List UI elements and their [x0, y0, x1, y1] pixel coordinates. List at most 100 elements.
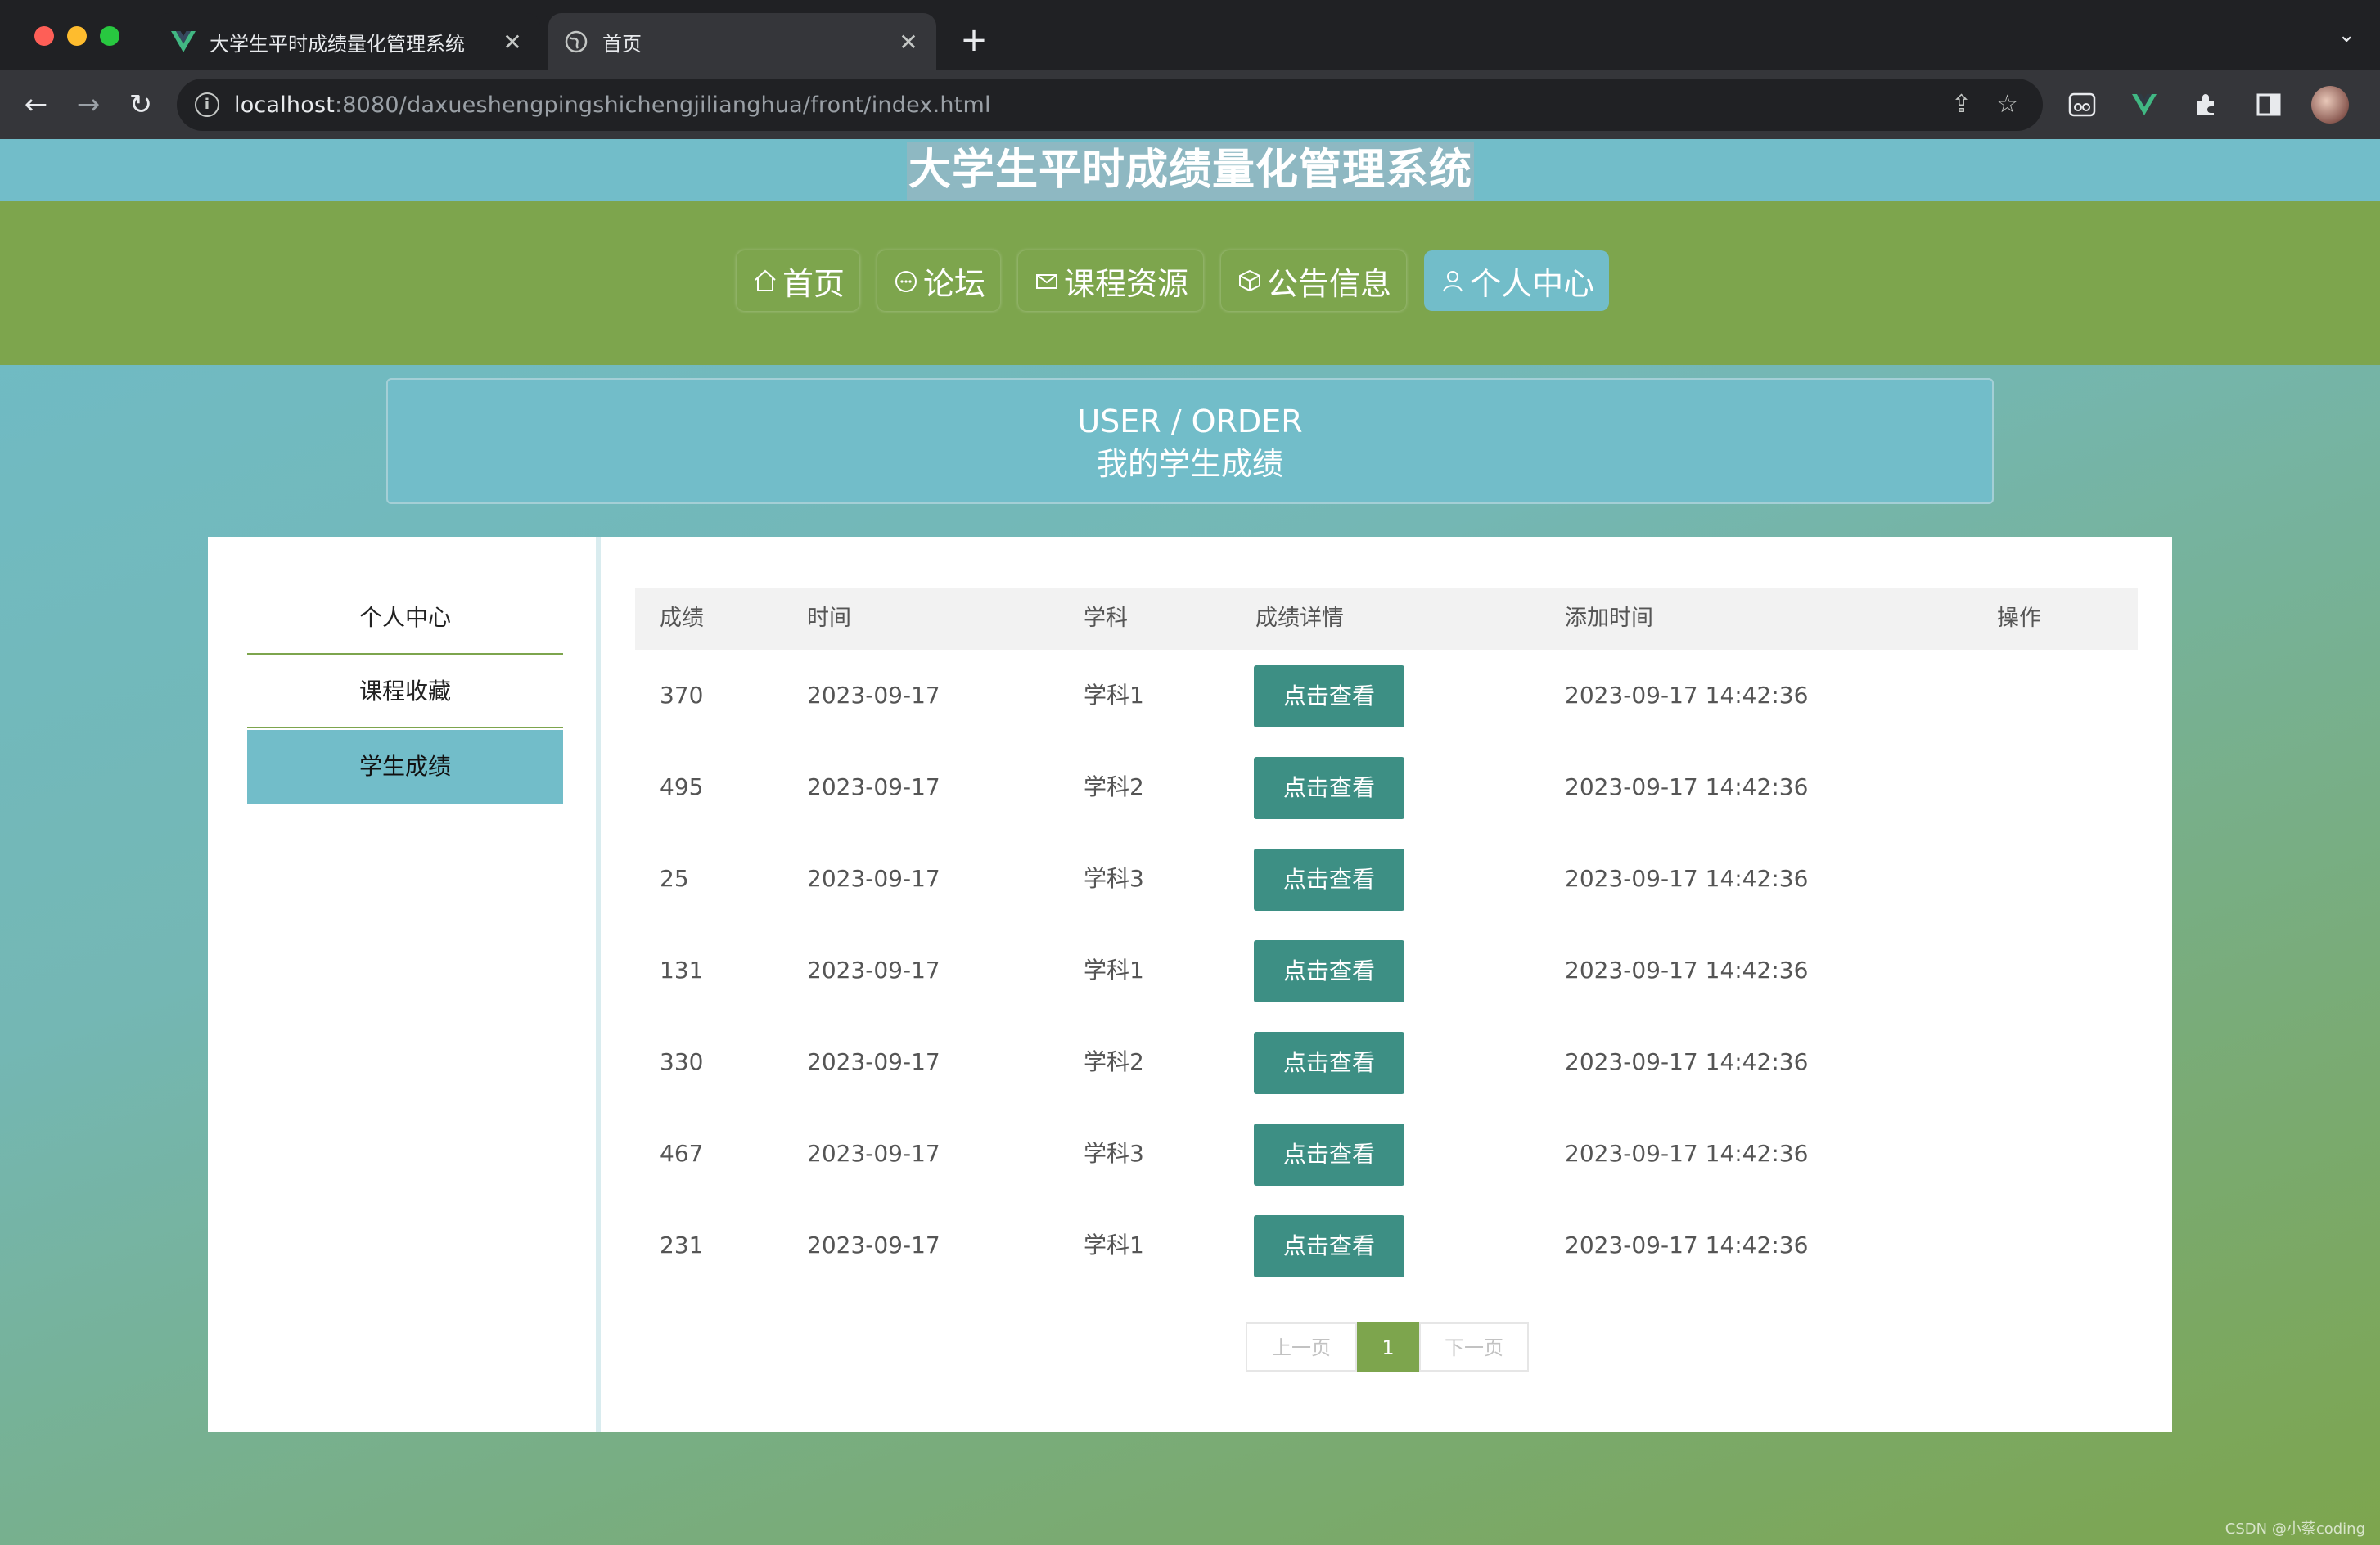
nav-item-label: 公告信息 — [1267, 265, 1392, 302]
nav-item-label: 首页 — [782, 265, 845, 302]
sidebar-item-course-favorites[interactable]: 课程收藏 — [247, 655, 563, 728]
subject-cell: 学科2 — [1084, 1048, 1144, 1075]
view-detail-button[interactable]: 点击查看 — [1254, 665, 1404, 727]
score-cell: 467 — [660, 1140, 704, 1167]
score-cell: 495 — [660, 773, 704, 800]
browser-chrome: 大学生平时成绩量化管理系统 ✕ 首页 ✕ + ⌄ ← → ↻ i localho… — [0, 0, 2380, 139]
browser-menu-icon[interactable]: ⋮ — [2372, 85, 2380, 124]
nav-item-personal-center[interactable]: 个人中心 — [1424, 250, 1610, 311]
share-icon[interactable]: ⇪ — [1951, 90, 1972, 119]
table-header: 成绩 时间 学科 成绩详情 添加时间 操作 — [635, 588, 2138, 650]
view-detail-button[interactable]: 点击查看 — [1254, 1215, 1404, 1277]
date-cell: 2023-09-17 — [807, 1232, 940, 1259]
added-time-cell: 2023-09-17 14:42:36 — [1565, 682, 1809, 709]
site-info-icon[interactable]: i — [195, 92, 219, 117]
nav-item-label: 个人中心 — [1470, 265, 1595, 302]
table-row: 330 2023-09-17 学科2 点击查看 2023-09-17 14:42:36 — [635, 1016, 2138, 1108]
address-bar[interactable]: i localhost:8080/daxueshengpingshichengj… — [177, 79, 2043, 131]
date-cell: 2023-09-17 — [807, 1140, 940, 1167]
side-panel-icon[interactable] — [2249, 85, 2288, 124]
subject-cell: 学科3 — [1084, 1140, 1144, 1167]
back-arrow-icon[interactable]: ← — [15, 83, 57, 126]
added-time-cell: 2023-09-17 14:42:36 — [1565, 1232, 1809, 1259]
table-row: 467 2023-09-17 学科3 点击查看 2023-09-17 14:42:36 — [635, 1108, 2138, 1200]
date-cell: 2023-09-17 — [807, 1048, 940, 1075]
subject-cell: 学科2 — [1084, 773, 1144, 800]
nav-item-label: 论坛 — [923, 265, 986, 302]
tab-search-icon[interactable]: ⌄ — [2337, 23, 2355, 47]
url-text: localhost:8080/daxueshengpingshichengjil… — [234, 92, 991, 118]
tab-title: 首页 — [602, 32, 642, 56]
score-cell: 231 — [660, 1232, 704, 1259]
date-cell: 2023-09-17 — [807, 865, 940, 892]
view-detail-button[interactable]: 点击查看 — [1254, 1124, 1404, 1186]
added-time-cell: 2023-09-17 14:42:36 — [1565, 773, 1809, 800]
nav-item-forum[interactable]: 论坛 — [877, 250, 1001, 311]
minimize-window-button[interactable] — [67, 26, 87, 46]
table-row: 131 2023-09-17 学科1 点击查看 2023-09-17 14:42:36 — [635, 925, 2138, 1016]
subject-cell: 学科3 — [1084, 865, 1144, 892]
date-cell: 2023-09-17 — [807, 682, 940, 709]
page-number-button[interactable]: 1 — [1357, 1322, 1419, 1372]
pagination: 上一页 1 下一页 — [1246, 1322, 1529, 1372]
banner-title: 我的学生成绩 — [1096, 446, 1283, 482]
profile-avatar[interactable] — [2311, 86, 2349, 124]
tab-close-icon[interactable]: ✕ — [498, 29, 527, 56]
home-icon — [755, 269, 776, 291]
table-row: 231 2023-09-17 学科1 点击查看 2023-09-17 14:42:36 — [635, 1200, 2138, 1291]
view-detail-button[interactable]: 点击查看 — [1254, 1032, 1404, 1094]
added-time-cell: 2023-09-17 14:42:36 — [1565, 1140, 1809, 1167]
nav-item-home[interactable]: 首页 — [737, 250, 860, 311]
view-detail-button[interactable]: 点击查看 — [1254, 940, 1404, 1002]
browser-toolbar: ← → ↻ i localhost:8080/daxueshengpingshi… — [0, 70, 2380, 139]
table-row: 25 2023-09-17 学科3 点击查看 2023-09-17 14:42:36 — [635, 833, 2138, 925]
nav-item-announcements[interactable]: 公告信息 — [1221, 250, 1407, 311]
tab-home[interactable]: 首页 ✕ — [548, 13, 936, 70]
added-time-cell: 2023-09-17 14:42:36 — [1565, 1048, 1809, 1075]
column-header-detail: 成绩详情 — [1255, 606, 1344, 631]
nav-item-course-resources[interactable]: 课程资源 — [1018, 250, 1204, 311]
bookmark-star-icon[interactable]: ☆ — [1996, 90, 2018, 119]
table-row: 370 2023-09-17 学科1 点击查看 2023-09-17 14:42:36 — [635, 650, 2138, 741]
tab-app[interactable]: 大学生平时成绩量化管理系统 ✕ — [156, 13, 540, 70]
vue-logo-icon — [170, 29, 196, 55]
tab-close-icon[interactable]: ✕ — [894, 29, 923, 56]
forward-arrow-icon[interactable]: → — [67, 83, 110, 126]
column-header-actions: 操作 — [1997, 606, 2041, 631]
globe-icon — [563, 29, 589, 55]
sidebar-item-personal-center[interactable]: 个人中心 — [247, 581, 563, 655]
user-icon — [1443, 271, 1463, 292]
score-cell: 131 — [660, 957, 704, 984]
score-cell: 370 — [660, 682, 704, 709]
view-detail-button[interactable]: 点击查看 — [1254, 757, 1404, 819]
new-tab-button[interactable]: + — [958, 21, 990, 59]
added-time-cell: 2023-09-17 14:42:36 — [1565, 865, 1809, 892]
column-header-time: 时间 — [807, 606, 851, 631]
banner-subtitle: USER / ORDER — [1077, 403, 1303, 439]
vue-devtools-icon[interactable] — [2125, 85, 2164, 124]
view-detail-button[interactable]: 点击查看 — [1254, 849, 1404, 911]
subject-cell: 学科1 — [1084, 1232, 1144, 1259]
reload-icon[interactable]: ↻ — [119, 83, 162, 126]
column-header-score: 成绩 — [660, 606, 704, 631]
maximize-window-button[interactable] — [100, 26, 119, 46]
score-cell: 330 — [660, 1048, 704, 1075]
extension-reader-icon[interactable] — [2062, 85, 2102, 124]
table-row: 495 2023-09-17 学科2 点击查看 2023-09-17 14:42:36 — [635, 741, 2138, 833]
extensions-puzzle-icon[interactable] — [2187, 85, 2226, 124]
site-title: 大学生平时成绩量化管理系统 — [907, 142, 1475, 200]
tab-title: 大学生平时成绩量化管理系统 — [210, 32, 465, 56]
content-panel: 个人中心 课程收藏 学生成绩 成绩 时间 学科 成绩详情 添加时间 操作 370… — [208, 537, 2172, 1432]
sidebar-item-student-scores[interactable]: 学生成绩 — [247, 730, 563, 804]
main-nav: 首页 论坛 课程资源 公告信息 个人中心 — [737, 250, 1610, 311]
site-header: 大学生平时成绩量化管理系统 — [0, 139, 2380, 201]
box-icon — [1239, 269, 1261, 292]
next-page-button[interactable]: 下一页 — [1419, 1322, 1529, 1372]
table-body: 370 2023-09-17 学科1 点击查看 2023-09-17 14:42:36 4… — [635, 650, 2138, 1291]
score-cell: 25 — [660, 865, 689, 892]
close-window-button[interactable] — [34, 26, 54, 46]
mail-icon — [1036, 274, 1058, 289]
prev-page-button[interactable]: 上一页 — [1246, 1322, 1357, 1372]
subject-cell: 学科1 — [1084, 682, 1144, 709]
page: 大学生平时成绩量化管理系统 首页 论坛 课程资源 公告信息 个人中心 USER … — [0, 139, 2380, 1545]
